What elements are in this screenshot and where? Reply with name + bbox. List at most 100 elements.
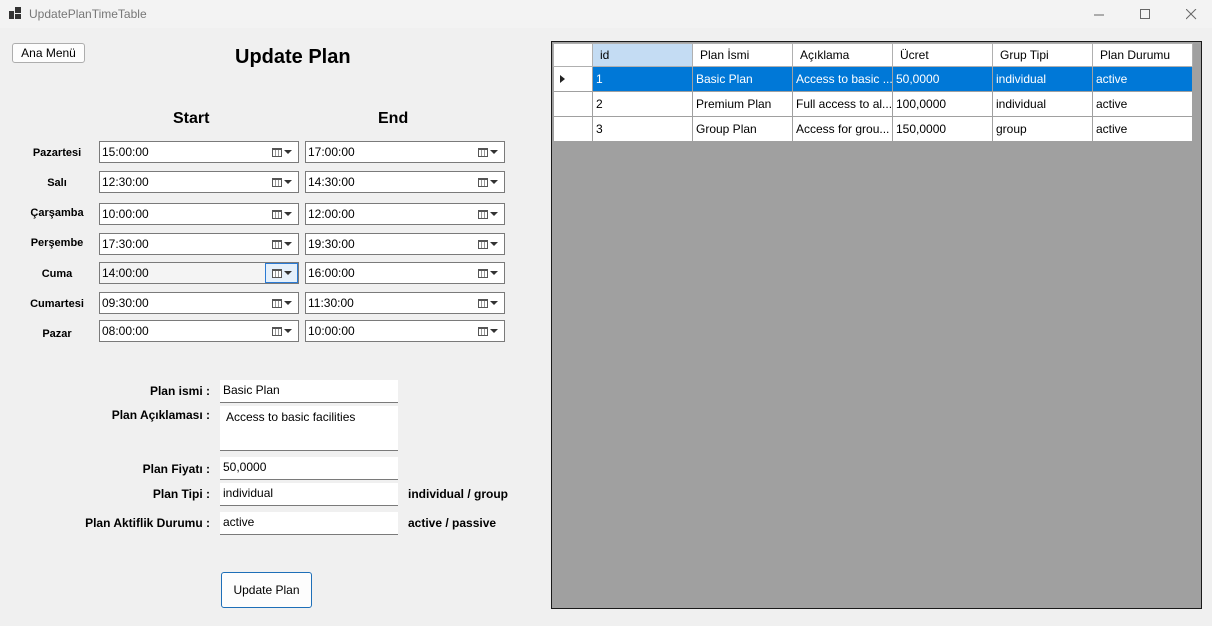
- title-bar: UpdatePlanTimeTable: [0, 0, 1212, 28]
- cell-group-type[interactable]: group: [992, 116, 1093, 142]
- cell-plan-status[interactable]: active: [1092, 116, 1193, 142]
- cell-plan-status[interactable]: active: [1092, 66, 1193, 92]
- close-icon: [1185, 8, 1196, 19]
- pazartesi-start-time-picker[interactable]: 15:00:00: [99, 141, 299, 163]
- day-label-pazar: Pazar: [42, 328, 72, 340]
- calendar-dropdown-button[interactable]: [265, 142, 298, 162]
- calendar-icon: [477, 326, 488, 336]
- cell-plan-status[interactable]: active: [1092, 91, 1193, 117]
- chevron-down-icon: [283, 212, 292, 216]
- cuma-start-time-picker[interactable]: 14:00:00: [99, 262, 299, 284]
- plan-type-input[interactable]: individual: [220, 483, 398, 506]
- cell-price[interactable]: 50,0000: [892, 66, 993, 92]
- row-header[interactable]: [553, 116, 593, 142]
- cuma-end-time-picker[interactable]: 16:00:00: [305, 262, 505, 284]
- column-header-id[interactable]: id: [592, 43, 693, 67]
- plan-name-label: Plan ismi :: [149, 384, 210, 398]
- column-header-description[interactable]: Açıklama: [792, 43, 893, 67]
- cell-id[interactable]: 1: [592, 66, 693, 92]
- column-header-price[interactable]: Ücret: [892, 43, 993, 67]
- plan-price-input[interactable]: 50,0000: [220, 457, 398, 480]
- close-button[interactable]: [1168, 0, 1212, 28]
- calendar-dropdown-button[interactable]: [265, 293, 298, 313]
- plan-status-hint: active / passive: [408, 516, 497, 530]
- pazar-end-time-value: 10:00:00: [308, 324, 355, 338]
- table-row[interactable]: 1 Basic Plan Access to basic ... 50,0000 ind…: [553, 66, 1193, 92]
- cell-description[interactable]: Access to basic ...: [792, 66, 893, 92]
- maximize-button[interactable]: [1122, 0, 1168, 28]
- row-header[interactable]: [553, 91, 593, 117]
- cell-plan-name[interactable]: Premium Plan: [692, 91, 793, 117]
- cell-description[interactable]: Full access to al...: [792, 91, 893, 117]
- calendar-icon: [271, 147, 282, 157]
- day-label-pazartesi: Pazartesi: [32, 147, 82, 159]
- row-header[interactable]: [553, 66, 593, 92]
- chevron-down-icon: [489, 301, 498, 305]
- pazar-end-time-picker[interactable]: 10:00:00: [305, 320, 505, 342]
- column-header-group-type[interactable]: Grup Tipi: [992, 43, 1093, 67]
- cell-plan-name[interactable]: Basic Plan: [692, 66, 793, 92]
- calendar-dropdown-button[interactable]: [265, 263, 298, 283]
- day-label-persembe: Perşembe: [30, 237, 84, 249]
- sali-start-time-picker[interactable]: 12:30:00: [99, 171, 299, 193]
- calendar-dropdown-button[interactable]: [471, 263, 504, 283]
- cumartesi-start-time-picker[interactable]: 09:30:00: [99, 292, 299, 314]
- pazartesi-start-time-value: 15:00:00: [102, 145, 149, 159]
- calendar-dropdown-button[interactable]: [265, 204, 298, 224]
- sali-start-time-value: 12:30:00: [102, 175, 149, 189]
- calendar-icon: [271, 268, 282, 278]
- calendar-icon: [477, 239, 488, 249]
- calendar-dropdown-button[interactable]: [265, 234, 298, 254]
- cell-group-type[interactable]: individual: [992, 91, 1093, 117]
- cell-id[interactable]: 3: [592, 116, 693, 142]
- table-row[interactable]: 2 Premium Plan Full access to al... 100,000…: [553, 91, 1193, 117]
- cell-price[interactable]: 150,0000: [892, 116, 993, 142]
- minimize-button[interactable]: [1076, 0, 1122, 28]
- carsamba-end-time-picker[interactable]: 12:00:00: [305, 203, 505, 225]
- pazartesi-end-time-picker[interactable]: 17:00:00: [305, 141, 505, 163]
- cell-price[interactable]: 100,0000: [892, 91, 993, 117]
- chevron-down-icon: [489, 212, 498, 216]
- plan-name-input[interactable]: Basic Plan: [220, 380, 398, 403]
- plan-price-label: Plan Fiyatı :: [142, 462, 210, 476]
- calendar-dropdown-button[interactable]: [265, 172, 298, 192]
- update-plan-button[interactable]: Update Plan: [221, 572, 312, 608]
- persembe-start-time-picker[interactable]: 17:30:00: [99, 233, 299, 255]
- table-row[interactable]: 3 Group Plan Access for grou... 150,0000 gro…: [553, 116, 1193, 142]
- column-header-plan-name[interactable]: Plan İsmi: [692, 43, 793, 67]
- cumartesi-end-time-picker[interactable]: 11:30:00: [305, 292, 505, 314]
- cell-description[interactable]: Access for grou...: [792, 116, 893, 142]
- chevron-down-icon: [489, 271, 498, 275]
- sali-end-time-picker[interactable]: 14:30:00: [305, 171, 505, 193]
- chevron-down-icon: [283, 301, 292, 305]
- calendar-dropdown-button[interactable]: [471, 234, 504, 254]
- pazar-start-time-picker[interactable]: 08:00:00: [99, 320, 299, 342]
- plans-grid[interactable]: id Plan İsmi Açıklama Ücret Grup Tipi Pl…: [551, 41, 1202, 609]
- carsamba-end-time-value: 12:00:00: [308, 207, 355, 221]
- cell-id[interactable]: 2: [592, 91, 693, 117]
- calendar-dropdown-button[interactable]: [471, 172, 504, 192]
- carsamba-start-time-picker[interactable]: 10:00:00: [99, 203, 299, 225]
- carsamba-start-time-value: 10:00:00: [102, 207, 149, 221]
- plan-status-input[interactable]: active: [220, 512, 398, 535]
- plan-description-input[interactable]: Access to basic facilities: [220, 406, 398, 451]
- main-menu-button[interactable]: Ana Menü: [12, 43, 85, 63]
- chevron-down-icon: [283, 329, 292, 333]
- pazartesi-end-time-value: 17:00:00: [308, 145, 355, 159]
- day-label-cumartesi: Cumartesi: [30, 298, 84, 310]
- calendar-icon: [477, 177, 488, 187]
- calendar-dropdown-button[interactable]: [265, 321, 298, 341]
- page-title: Update Plan: [235, 46, 351, 68]
- calendar-icon: [271, 209, 282, 219]
- persembe-end-time-value: 19:30:00: [308, 237, 355, 251]
- cell-group-type[interactable]: individual: [992, 66, 1093, 92]
- calendar-dropdown-button[interactable]: [471, 321, 504, 341]
- app-window: UpdatePlanTimeTable Ana Menü Update Plan…: [0, 0, 1212, 626]
- persembe-end-time-picker[interactable]: 19:30:00: [305, 233, 505, 255]
- calendar-dropdown-button[interactable]: [471, 293, 504, 313]
- cell-plan-name[interactable]: Group Plan: [692, 116, 793, 142]
- calendar-dropdown-button[interactable]: [471, 204, 504, 224]
- column-header-plan-status[interactable]: Plan Durumu: [1092, 43, 1193, 67]
- calendar-dropdown-button[interactable]: [471, 142, 504, 162]
- chevron-down-icon: [489, 329, 498, 333]
